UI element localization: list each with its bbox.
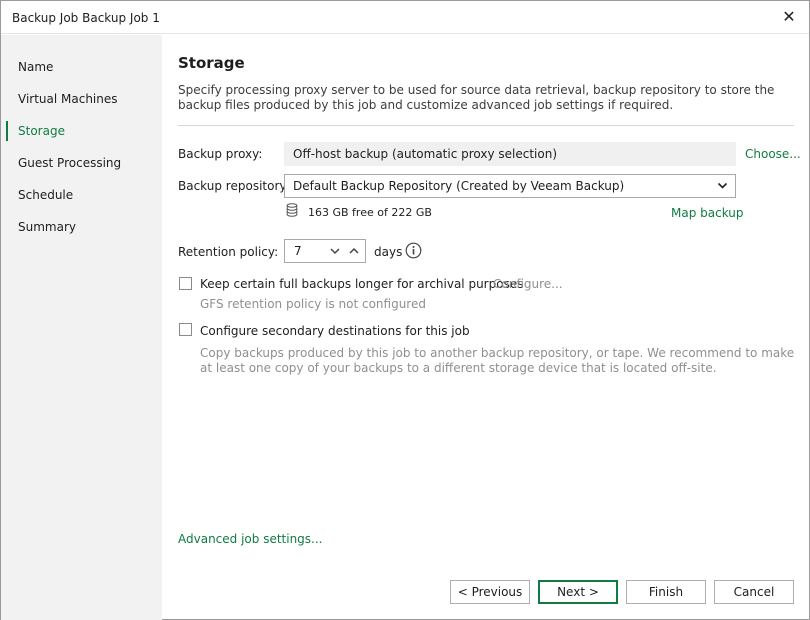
previous-button[interactable]: < Previous xyxy=(450,580,530,604)
advanced-job-settings-link[interactable]: Advanced job settings... xyxy=(178,532,323,546)
repository-free-space: 163 GB free of 222 GB xyxy=(308,206,432,219)
retention-policy-value[interactable]: 7 xyxy=(294,244,302,258)
increment-chevron-up-icon[interactable] xyxy=(348,245,360,257)
header-divider xyxy=(178,125,794,126)
backup-repository-select[interactable]: Default Backup Repository (Created by Ve… xyxy=(284,174,736,198)
retention-unit-label: days xyxy=(374,245,403,259)
database-icon xyxy=(286,203,298,217)
backup-job-wizard-window: Backup Job Backup Job 1 ✕ Name Virtual M… xyxy=(0,0,810,620)
gfs-status-text: GFS retention policy is not configured xyxy=(200,297,426,311)
page-description: Specify processing proxy server to be us… xyxy=(178,83,775,112)
sidebar-item-virtual-machines[interactable]: Virtual Machines xyxy=(1,87,162,111)
retention-policy-label: Retention policy: xyxy=(178,245,279,259)
sidebar-item-guest-processing[interactable]: Guest Processing xyxy=(1,151,162,175)
wizard-steps-sidebar: Name Virtual Machines Storage Guest Proc… xyxy=(1,35,162,620)
choose-proxy-link[interactable]: Choose... xyxy=(745,147,801,161)
chevron-down-icon xyxy=(717,182,728,189)
storage-step-content: Storage Specify processing proxy server … xyxy=(162,35,809,620)
secondary-destinations-checkbox[interactable] xyxy=(179,323,192,336)
window-title: Backup Job Backup Job 1 xyxy=(12,11,160,25)
backup-proxy-label: Backup proxy: xyxy=(178,147,263,161)
backup-proxy-field: Off-host backup (automatic proxy selecti… xyxy=(284,142,736,166)
backup-repository-label: Backup repository: xyxy=(178,179,290,193)
archival-checkbox[interactable] xyxy=(179,277,192,290)
close-icon[interactable]: ✕ xyxy=(779,7,799,27)
sidebar-item-summary[interactable]: Summary xyxy=(1,215,162,239)
archival-label[interactable]: Keep certain full backups longer for arc… xyxy=(200,277,523,291)
secondary-destinations-description: Copy backups produced by this job to ano… xyxy=(200,346,795,375)
retention-policy-stepper[interactable]: 7 xyxy=(284,239,366,263)
info-icon[interactable] xyxy=(405,242,422,259)
decrement-chevron-down-icon[interactable] xyxy=(329,245,341,257)
sidebar-item-storage[interactable]: Storage xyxy=(1,119,162,143)
backup-repository-selected: Default Backup Repository (Created by Ve… xyxy=(293,179,625,193)
page-title: Storage xyxy=(178,54,245,72)
configure-gfs-link[interactable]: Configure... xyxy=(493,277,563,291)
sidebar-item-schedule[interactable]: Schedule xyxy=(1,183,162,207)
next-button[interactable]: Next > xyxy=(538,580,618,604)
secondary-destinations-label[interactable]: Configure secondary destinations for thi… xyxy=(200,324,470,338)
title-bar: Backup Job Backup Job 1 ✕ xyxy=(1,1,809,34)
sidebar-item-name[interactable]: Name xyxy=(1,55,162,79)
map-backup-link[interactable]: Map backup xyxy=(671,206,744,220)
cancel-button[interactable]: Cancel xyxy=(714,580,794,604)
finish-button[interactable]: Finish xyxy=(626,580,706,604)
